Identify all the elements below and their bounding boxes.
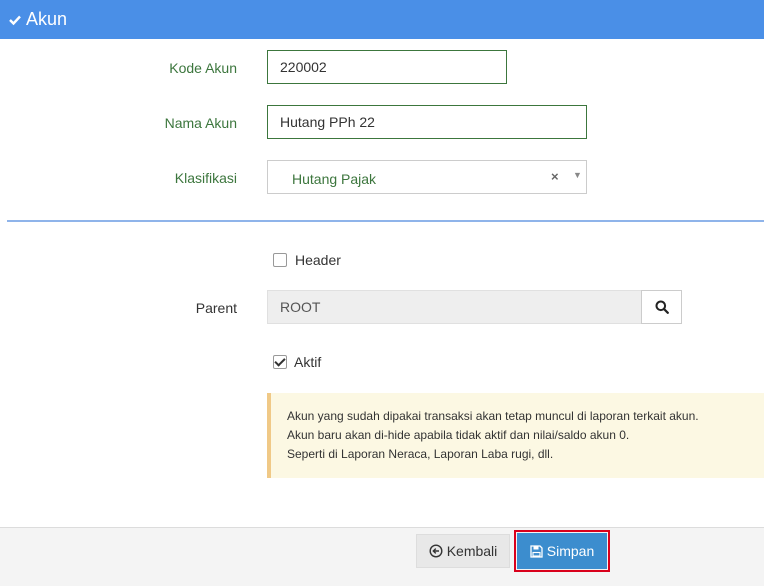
form-footer (0, 527, 764, 586)
kode-akun-label: Kode Akun (169, 60, 237, 76)
aktif-checkbox-label: Aktif (294, 354, 322, 370)
header-checkbox[interactable] (273, 253, 287, 267)
alert-line-3: Seperti di Laporan Neraca, Laporan Laba … (287, 447, 554, 461)
floppy-disk-icon (530, 544, 543, 558)
panel-title: Akun (26, 9, 68, 29)
nama-akun-label: Nama Akun (164, 115, 237, 131)
panel-header: Akun (0, 0, 764, 39)
klasifikasi-select[interactable]: Hutang Pajak × ▼ (267, 160, 587, 194)
nama-akun-input[interactable]: Hutang PPh 22 (267, 105, 587, 139)
alert-line-2: Akun baru akan di-hide apabila tidak akt… (287, 428, 630, 442)
section-divider (7, 220, 764, 222)
parent-label: Parent (195, 300, 237, 316)
back-button-label: Kembali (446, 543, 498, 559)
klasifikasi-value: Hutang Pajak (292, 171, 377, 187)
aktif-checkbox[interactable] (273, 355, 287, 369)
kode-akun-input[interactable]: 220002 (267, 50, 507, 84)
save-button-label: Simpan (546, 543, 595, 559)
info-alert: Akun yang sudah dipakai transaksi akan t… (267, 393, 764, 478)
klasifikasi-label: Klasifikasi (174, 170, 237, 186)
save-button[interactable]: Simpan (517, 533, 607, 569)
search-icon (655, 300, 669, 314)
check-icon (9, 15, 21, 25)
header-checkbox-label: Header (295, 252, 341, 268)
parent-search-button[interactable] (641, 290, 682, 324)
clear-icon[interactable]: × (551, 169, 559, 184)
alert-line-1: Akun yang sudah dipakai transaksi akan t… (287, 409, 699, 423)
arrow-left-circle-icon (429, 544, 443, 558)
back-button[interactable]: Kembali (416, 534, 510, 568)
parent-input: ROOT (267, 290, 642, 324)
chevron-down-icon[interactable]: ▼ (573, 170, 582, 180)
